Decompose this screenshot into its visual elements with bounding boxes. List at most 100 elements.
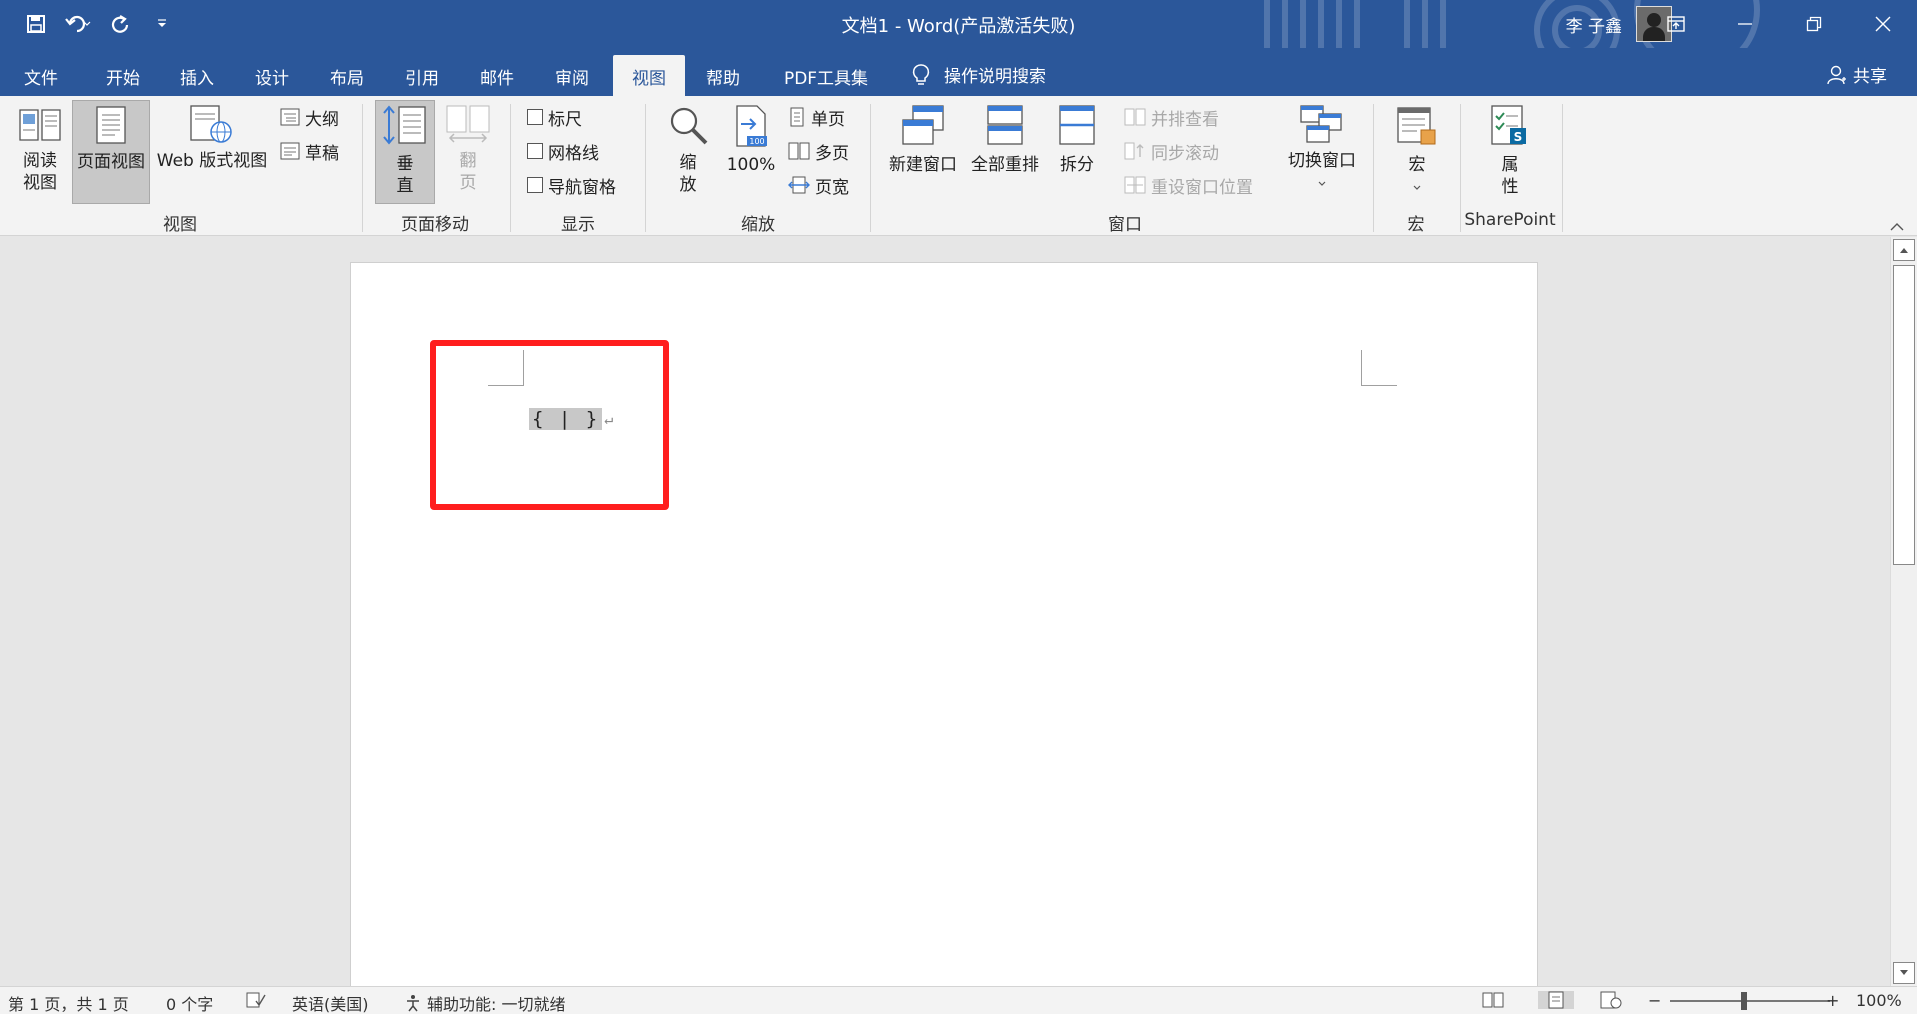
tab-insert[interactable]: 插入 bbox=[168, 55, 226, 96]
nav-pane-check[interactable] bbox=[527, 177, 543, 193]
chevron-down-icon bbox=[1318, 181, 1326, 186]
side-to-side-icon bbox=[446, 105, 490, 143]
tab-home[interactable]: 开始 bbox=[94, 55, 152, 96]
one-page-label: 单页 bbox=[811, 109, 845, 130]
zoom-slider-track[interactable] bbox=[1670, 1000, 1830, 1002]
gridlines-checkbox[interactable]: 网格线 bbox=[527, 138, 599, 164]
sync-scroll-icon bbox=[1124, 142, 1144, 160]
reset-position-icon bbox=[1124, 176, 1146, 194]
restore-button[interactable] bbox=[1779, 0, 1848, 48]
proofing-icon bbox=[246, 992, 266, 1008]
red-highlight-box bbox=[430, 340, 669, 510]
macros-label: 宏 bbox=[1408, 155, 1426, 175]
zoom-100-button[interactable]: 100 100% bbox=[722, 104, 780, 176]
document-area: { | } ↵ bbox=[0, 237, 1890, 1002]
tab-view[interactable]: 视图 bbox=[613, 55, 685, 96]
ruler-label: 标尺 bbox=[548, 109, 582, 130]
tab-file[interactable]: 文件 bbox=[12, 55, 70, 96]
outline-button[interactable]: 大纲 bbox=[280, 104, 339, 130]
zoom-100-icon-badge: 100 bbox=[749, 137, 764, 146]
zoom-button[interactable]: 缩 放 bbox=[662, 104, 714, 196]
minimize-button[interactable] bbox=[1710, 0, 1779, 48]
macro-icon bbox=[1397, 107, 1436, 145]
vertical-movement-button[interactable]: 垂 直 bbox=[375, 100, 435, 204]
group-label-zoom: 缩放 bbox=[741, 215, 775, 235]
nav-pane-checkbox[interactable]: 导航窗格 bbox=[527, 172, 616, 198]
draft-icon bbox=[280, 142, 300, 160]
share-button[interactable]: 共享 bbox=[1827, 62, 1887, 87]
zoom-out-button[interactable]: − bbox=[1648, 991, 1661, 1010]
web-layout-small-icon bbox=[1600, 991, 1622, 1009]
read-mode-label-2: 视图 bbox=[23, 173, 57, 193]
side-to-side-button: 翻 页 bbox=[440, 104, 496, 194]
accessibility-status[interactable]: 辅助功能: 一切就绪 bbox=[404, 991, 565, 1014]
gridlines-check[interactable] bbox=[527, 143, 543, 159]
side-label-2: 页 bbox=[459, 173, 477, 193]
scroll-up-button[interactable] bbox=[1893, 239, 1915, 261]
tab-layout[interactable]: 布局 bbox=[318, 55, 376, 96]
properties-button[interactable]: S 属 性 bbox=[1474, 104, 1546, 198]
ruler-check[interactable] bbox=[527, 109, 543, 125]
one-page-button[interactable]: 单页 bbox=[788, 104, 845, 130]
tab-references[interactable]: 引用 bbox=[393, 55, 451, 96]
window-title: 文档1 - Word(产品激活失败) bbox=[841, 16, 1076, 37]
language-indicator[interactable]: 英语(美国) bbox=[292, 991, 369, 1014]
ribbon-tabs: 文件 开始 插入 设计 布局 引用 邮件 审阅 视图 帮助 PDF工具集 操作说… bbox=[0, 48, 1917, 96]
split-button[interactable]: 拆分 bbox=[1052, 104, 1102, 176]
vertical-scroll-icon bbox=[383, 105, 426, 145]
ruler-checkbox[interactable]: 标尺 bbox=[527, 104, 582, 130]
tab-review[interactable]: 审阅 bbox=[543, 55, 601, 96]
group-label-page-movement: 页面移动 bbox=[401, 215, 469, 235]
web-layout-view-button[interactable] bbox=[1600, 991, 1622, 1009]
window-controls bbox=[1641, 0, 1917, 48]
user-name[interactable]: 李 子鑫 bbox=[1566, 12, 1622, 37]
title-bar: 文档1 - Word(产品激活失败) 李 子鑫 bbox=[0, 0, 1917, 48]
zoom-slider-thumb[interactable] bbox=[1741, 992, 1747, 1010]
page-width-button[interactable]: 页宽 bbox=[788, 172, 849, 198]
word-count[interactable]: 0 个字 bbox=[166, 991, 213, 1014]
collapse-ribbon-button[interactable] bbox=[1889, 218, 1905, 236]
zoom-100-label: 100% bbox=[726, 155, 776, 175]
close-button[interactable] bbox=[1848, 0, 1917, 48]
zoom-in-button[interactable]: + bbox=[1826, 991, 1839, 1010]
draft-label: 草稿 bbox=[305, 143, 339, 164]
switch-windows-icon bbox=[1300, 105, 1342, 143]
vertical-scrollbar[interactable] bbox=[1890, 237, 1917, 986]
switch-windows-label: 切换窗口 bbox=[1288, 151, 1356, 171]
accessibility-label: 辅助功能: 一切就绪 bbox=[427, 995, 566, 1014]
zoom-level[interactable]: 100% bbox=[1856, 991, 1902, 1010]
macros-button[interactable]: 宏 bbox=[1386, 104, 1448, 198]
print-layout-small-icon bbox=[1548, 991, 1564, 1009]
scroll-down-button[interactable] bbox=[1893, 962, 1915, 984]
zoom-100-icon: 100 bbox=[736, 105, 767, 147]
sync-scroll-label: 同步滚动 bbox=[1151, 143, 1219, 164]
arrange-all-button[interactable]: 全部重排 bbox=[966, 104, 1044, 176]
ribbon-view: 阅读 视图 页面视图 Web 版式视图 大纲 草稿 视图 垂 直 翻 页 页面移… bbox=[0, 96, 1917, 236]
tab-help[interactable]: 帮助 bbox=[694, 55, 752, 96]
new-window-label: 新建窗口 bbox=[889, 155, 957, 175]
tell-me-search[interactable]: 操作说明搜索 bbox=[912, 62, 1046, 87]
web-layout-button[interactable]: Web 版式视图 bbox=[152, 104, 272, 172]
print-layout-button[interactable]: 页面视图 bbox=[72, 100, 150, 204]
print-layout-view-button[interactable] bbox=[1538, 991, 1574, 1009]
page-count[interactable]: 第 1 页，共 1 页 bbox=[8, 991, 129, 1014]
proofing-button[interactable] bbox=[246, 991, 266, 1009]
new-window-button[interactable]: 新建窗口 bbox=[882, 104, 964, 176]
side-label-1: 翻 bbox=[459, 151, 477, 171]
ribbon-display-icon bbox=[1666, 16, 1685, 32]
multiple-pages-icon bbox=[788, 142, 810, 160]
arrange-all-icon bbox=[987, 105, 1023, 145]
read-mode-button[interactable]: 阅读 视图 bbox=[10, 104, 70, 194]
multiple-pages-button[interactable]: 多页 bbox=[788, 138, 849, 164]
split-icon bbox=[1059, 105, 1095, 145]
draft-button[interactable]: 草稿 bbox=[280, 138, 339, 164]
side-by-side-label: 并排查看 bbox=[1151, 109, 1219, 130]
tab-pdf-tools[interactable]: PDF工具集 bbox=[770, 55, 882, 96]
scrollbar-thumb[interactable] bbox=[1893, 265, 1915, 565]
read-mode-view-button[interactable] bbox=[1482, 991, 1504, 1009]
nav-pane-label: 导航窗格 bbox=[548, 177, 616, 198]
tab-design[interactable]: 设计 bbox=[243, 55, 301, 96]
switch-windows-button[interactable]: 切换窗口 bbox=[1282, 104, 1362, 194]
ribbon-display-options-button[interactable] bbox=[1641, 0, 1710, 48]
tab-mailings[interactable]: 邮件 bbox=[468, 55, 526, 96]
